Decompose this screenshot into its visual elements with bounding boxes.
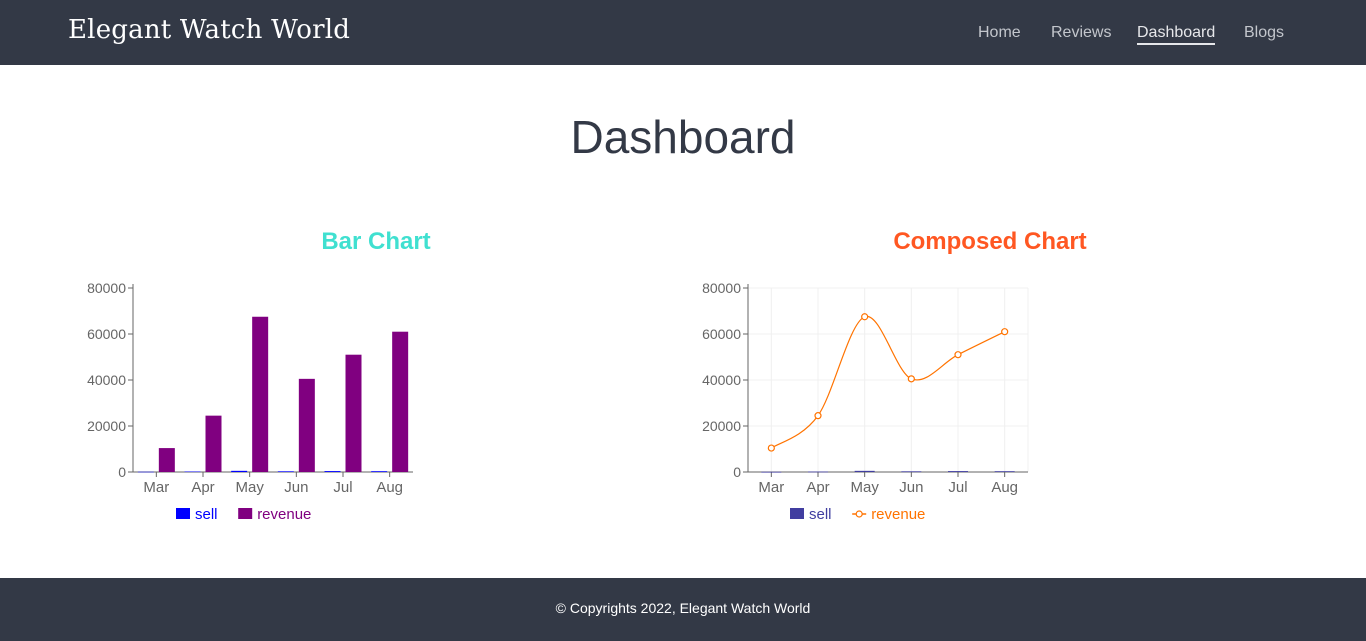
sell-bar (371, 471, 388, 472)
bar-chart-title: Bar Chart (321, 228, 431, 255)
legend-dot-icon (855, 510, 863, 518)
revenue-point (1001, 328, 1009, 336)
revenue-bar (392, 331, 409, 472)
nav-blogs[interactable]: Blogs (1244, 24, 1284, 42)
composed-chart-title: Composed Chart (893, 228, 1087, 255)
navbar: Elegant Watch World Home Reviews Dashboa… (0, 0, 1366, 65)
sell-bar (948, 471, 968, 472)
revenue-bar (205, 415, 222, 472)
x-tick-label: Apr (806, 479, 829, 496)
y-tick-label: 0 (733, 464, 741, 480)
sell-bar (324, 471, 341, 472)
legend-label-sell: sell (809, 506, 832, 523)
revenue-point (767, 444, 775, 452)
y-tick-label: 40000 (87, 372, 126, 388)
x-tick-label: Mar (758, 479, 784, 496)
x-tick-label: Apr (191, 479, 214, 496)
x-tick-label: Mar (143, 479, 169, 496)
x-tick-label: May (850, 479, 879, 496)
y-tick-label: 60000 (702, 326, 741, 342)
nav-dashboard[interactable]: Dashboard (1137, 24, 1216, 45)
y-tick-label: 20000 (702, 418, 741, 434)
brand-logo[interactable]: Elegant Watch World (68, 15, 350, 45)
x-tick-label: Aug (376, 479, 403, 496)
revenue-bar (298, 378, 315, 472)
x-tick-label: Jun (899, 479, 923, 496)
y-tick-label: 80000 (702, 280, 741, 296)
y-tick-label: 60000 (87, 326, 126, 342)
legend: sell revenue (176, 506, 311, 523)
footer: © Copyrights 2022, Elegant Watch World (0, 578, 1366, 641)
revenue-point (954, 351, 962, 359)
sell-bar (854, 470, 875, 472)
legend-label-revenue: revenue (871, 506, 925, 523)
sell-bar (137, 471, 154, 473)
y-tick-label: 20000 (87, 418, 126, 434)
sell-bar (231, 470, 248, 472)
y-tick-label: 0 (118, 464, 126, 480)
sell-bar (277, 471, 294, 472)
page-title: Dashboard (570, 111, 796, 163)
sell-bar (184, 471, 201, 473)
revenue-bar (252, 316, 269, 472)
x-tick-label: Jun (284, 479, 308, 496)
sell-bar (994, 471, 1015, 472)
x-tick-label: Jul (333, 479, 352, 496)
x-tick-label: Jul (948, 479, 967, 496)
revenue-bar (345, 354, 362, 472)
legend: sell revenue (790, 506, 925, 523)
legend-square-icon (238, 508, 253, 519)
legend-square-icon (176, 508, 190, 519)
sell-bar (808, 471, 828, 473)
revenue-line (770, 316, 1005, 449)
nav-reviews[interactable]: Reviews (1051, 24, 1111, 42)
footer-copyright: © Copyrights 2022, Elegant Watch World (555, 600, 811, 616)
x-tick-label: May (235, 479, 264, 496)
revenue-point (814, 412, 822, 420)
revenue-point (861, 313, 869, 321)
bar-chart: 0 20000 40000 60000 80000 Mar Apr May Jun Jul Aug s… (87, 280, 413, 523)
sell-bar (901, 471, 922, 473)
composed-chart: 0 20000 40000 60000 80000 Mar Apr May Jun Jul Aug s… (702, 280, 1029, 523)
legend-label-revenue: revenue (257, 506, 311, 523)
sell-bar (761, 471, 782, 473)
x-tick-label: Aug (991, 479, 1018, 496)
grid (748, 287, 1029, 473)
revenue-bar (158, 448, 175, 472)
revenue-point (907, 375, 915, 383)
legend-label-sell: sell (195, 506, 218, 523)
y-tick-label: 80000 (87, 280, 126, 296)
y-tick-label: 40000 (702, 372, 741, 388)
legend-square-icon (790, 508, 804, 519)
nav-home[interactable]: Home (978, 24, 1021, 42)
